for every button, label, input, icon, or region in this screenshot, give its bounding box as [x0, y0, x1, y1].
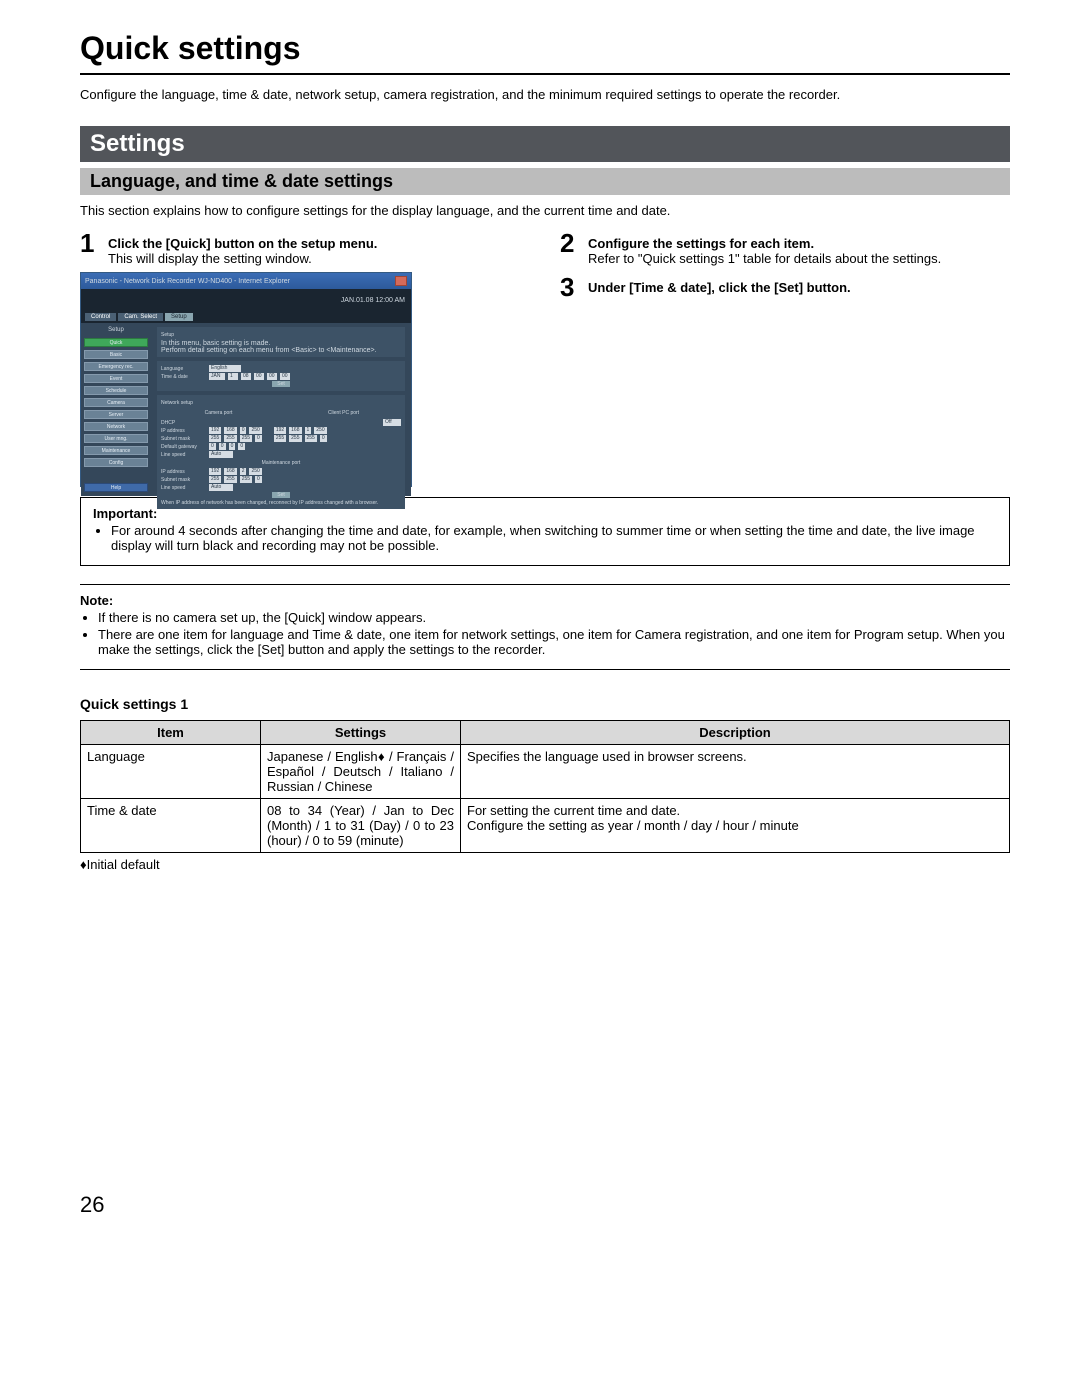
main-notice: In this menu, basic setting is made. — [161, 340, 401, 347]
td-description: Specifies the language used in browser s… — [461, 745, 1010, 799]
th-item: Item — [81, 721, 261, 745]
table-row: Time & date 08 to 34 (Year) / Jan to Dec… — [81, 799, 1010, 853]
sidebar-btn: Network — [84, 422, 148, 431]
page-title: Quick settings — [80, 30, 1010, 67]
th-settings: Settings — [261, 721, 461, 745]
table-row: Language Japanese / English♦ / Français … — [81, 745, 1010, 799]
step-2: 2 Configure the settings for each item. … — [560, 230, 1010, 266]
document-page: Quick settings Configure the language, t… — [0, 0, 1080, 1248]
line-val: Auto — [209, 451, 233, 458]
sidebar-btn-quick: Quick — [84, 338, 148, 347]
sidebar-btn: Emergency rec. — [84, 362, 148, 371]
step-text: Refer to "Quick settings 1" table for de… — [588, 251, 941, 266]
subnet-label: Subnet mask — [161, 436, 206, 442]
note-label: Note: — [80, 593, 1010, 608]
sidebar-btn: Maintenance — [84, 446, 148, 455]
cam-port-label: Camera port — [161, 410, 276, 416]
step-1: 1 Click the [Quick] button on the setup … — [80, 230, 530, 266]
maint-label: Maintenance port — [161, 460, 401, 466]
language-value: English — [209, 365, 241, 372]
client-port-label: Client PC port — [286, 410, 401, 416]
intro-text: Configure the language, time & date, net… — [80, 87, 1010, 102]
line-val: Auto — [209, 484, 233, 491]
td-settings: Japanese / English♦ / Français / Español… — [261, 745, 461, 799]
sidebar-btn: Config — [84, 458, 148, 467]
td-val: JAN — [209, 373, 225, 380]
close-icon — [395, 276, 407, 286]
note-item: There are one item for language and Time… — [98, 627, 1010, 657]
td-val: 00 — [254, 373, 264, 380]
window-title: Panasonic - Network Disk Recorder WJ-ND4… — [85, 278, 290, 285]
note-item: If there is no camera set up, the [Quick… — [98, 610, 1010, 625]
step-text: This will display the setting window. — [108, 251, 377, 266]
step-number: 1 — [80, 230, 100, 256]
sidebar-btn: Event — [84, 374, 148, 383]
td-val: 00 — [280, 373, 290, 380]
screenshot-sidebar: Setup Quick Basic Emergency rec. Event S… — [81, 323, 151, 496]
sidebar-heading: Setup — [84, 327, 148, 333]
important-item: For around 4 seconds after changing the … — [111, 523, 997, 553]
td-val: 1 — [228, 373, 238, 380]
line-label: Line speed — [161, 485, 206, 491]
settings-heading: Settings — [80, 126, 1010, 162]
tab-control: Control — [85, 313, 116, 321]
page-number: 26 — [80, 1192, 1010, 1218]
quick-settings-table: Item Settings Description Language Japan… — [80, 720, 1010, 853]
screenshot-main: Setup In this menu, basic setting is mad… — [151, 323, 411, 496]
td-item: Language — [81, 745, 261, 799]
settings-window-screenshot: Panasonic - Network Disk Recorder WJ-ND4… — [80, 272, 412, 487]
dhcp-val: Off — [383, 419, 401, 426]
language-label: Language — [161, 366, 206, 372]
table-caption: Quick settings 1 — [80, 696, 1010, 712]
left-column: 1 Click the [Quick] button on the setup … — [80, 230, 530, 487]
title-bar: Quick settings — [80, 30, 1010, 75]
timedate-label: Time & date — [161, 374, 206, 380]
step-title: Under [Time & date], click the [Set] but… — [588, 280, 851, 295]
dhcp-label: DHCP — [161, 420, 206, 426]
td-val: 08 — [241, 373, 251, 380]
sidebar-btn: Server — [84, 410, 148, 419]
step-number: 2 — [560, 230, 580, 256]
td-settings: 08 to 34 (Year) / Jan to Dec (Month) / 1… — [261, 799, 461, 853]
gateway-label: Default gateway — [161, 444, 206, 450]
subnet-label: Subnet mask — [161, 477, 206, 483]
steps-columns: 1 Click the [Quick] button on the setup … — [80, 230, 1010, 487]
th-description: Description — [461, 721, 1010, 745]
right-column: 2 Configure the settings for each item. … — [560, 230, 1010, 304]
td-item: Time & date — [81, 799, 261, 853]
ip-label: IP address — [161, 428, 206, 434]
tab-setup: Setup — [165, 313, 193, 321]
bottom-note: When IP address of network has been chan… — [161, 500, 401, 506]
ip-label: IP address — [161, 469, 206, 475]
note-box: Note: If there is no camera set up, the … — [80, 584, 1010, 670]
tab-cam-select: Cam. Select — [118, 313, 163, 321]
main-heading: Setup — [161, 332, 401, 338]
sidebar-btn-help: Help — [84, 483, 148, 492]
step-title: Configure the settings for each item. — [588, 236, 941, 251]
step-number: 3 — [560, 274, 580, 300]
td-val: 00 — [267, 373, 277, 380]
subsection-heading: Language, and time & date settings — [80, 168, 1010, 195]
step-3: 3 Under [Time & date], click the [Set] b… — [560, 274, 1010, 300]
network-label: Network setup — [161, 400, 401, 406]
sidebar-btn: User mng. — [84, 434, 148, 443]
td-description: For setting the current time and date. C… — [461, 799, 1010, 853]
section-intro: This section explains how to configure s… — [80, 203, 1010, 218]
line-label: Line speed — [161, 452, 206, 458]
main-notice: Perform detail setting on each menu from… — [161, 347, 401, 354]
step-title: Click the [Quick] button on the setup me… — [108, 236, 377, 251]
sidebar-btn: Camera — [84, 398, 148, 407]
set-button: Set — [272, 381, 290, 387]
set-button: Set — [272, 492, 290, 498]
sidebar-btn: Basic — [84, 350, 148, 359]
table-footnote: ♦Initial default — [80, 857, 1010, 872]
date-display: JAN.01.08 12:00 AM — [341, 297, 405, 304]
sidebar-btn: Schedule — [84, 386, 148, 395]
